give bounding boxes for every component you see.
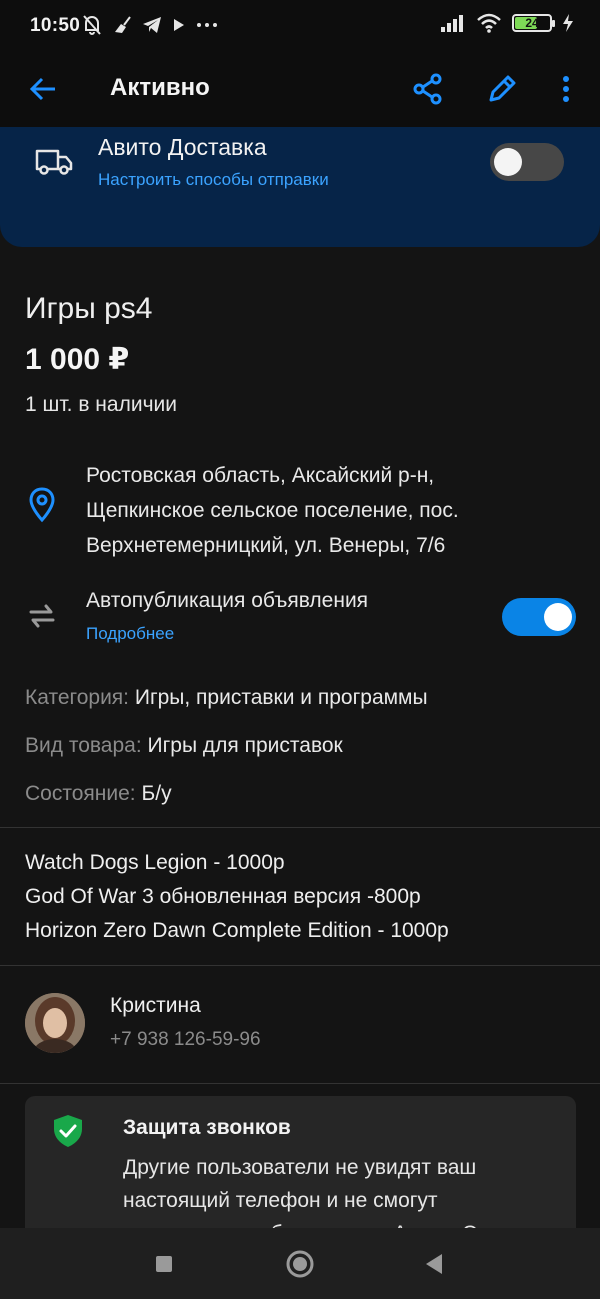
address-line: Ростовская область, Аксайский р-н, xyxy=(86,464,435,487)
wifi-icon xyxy=(477,13,501,33)
shield-check-icon xyxy=(54,1115,82,1147)
back-button[interactable] xyxy=(24,70,62,108)
property-value: Игры для приставок xyxy=(147,734,343,757)
edit-pencil-icon xyxy=(489,75,516,102)
signal-icon xyxy=(441,15,463,32)
seller-name[interactable]: Кристина xyxy=(110,994,201,1018)
home-button[interactable] xyxy=(284,1248,316,1280)
recents-button[interactable] xyxy=(148,1248,180,1280)
property-row: Категория: Игры, приставки и программы xyxy=(25,686,428,710)
property-value: Игры, приставки и программы xyxy=(134,686,428,709)
status-time: 10:50 xyxy=(30,15,81,36)
charging-icon xyxy=(563,14,573,32)
status-system: 24 xyxy=(440,13,574,33)
play-icon xyxy=(174,19,184,31)
edit-button[interactable] xyxy=(481,68,523,110)
listing-stock: 1 шт. в наличии xyxy=(25,393,177,416)
divider xyxy=(0,965,600,966)
back-triangle-icon xyxy=(426,1254,442,1274)
system-nav-bar xyxy=(0,1228,600,1299)
delivery-toggle[interactable] xyxy=(490,143,564,181)
page-title: Активно xyxy=(110,74,210,101)
divider xyxy=(0,827,600,828)
share-icon xyxy=(413,73,442,105)
back-arrow-icon xyxy=(29,77,55,101)
telegram-icon xyxy=(143,17,161,33)
autopublish-icon xyxy=(29,604,55,628)
listing-price: 1 000 ₽ xyxy=(25,343,130,376)
property-key: Вид товара: xyxy=(25,734,142,757)
divider xyxy=(0,1083,600,1084)
delivery-card: Авито Доставка Настроить способы отправк… xyxy=(0,127,600,247)
seller-phone: +7 938 126-59-96 xyxy=(110,1029,261,1050)
more-vertical-icon xyxy=(563,76,569,102)
muted-bell-icon xyxy=(83,15,101,35)
share-button[interactable] xyxy=(407,68,449,110)
delivery-title: Авито Доставка xyxy=(98,134,267,160)
nav-back-button[interactable] xyxy=(418,1248,450,1280)
battery-icon: 24 xyxy=(512,14,555,32)
toggle-knob xyxy=(494,148,522,176)
property-key: Категория: xyxy=(25,686,130,709)
app-bar: Активно xyxy=(0,52,600,127)
status-notifications xyxy=(82,14,218,36)
listing-address[interactable]: Ростовская область, Аксайский р-н, Щепки… xyxy=(86,458,556,563)
call-protection-line: настоящий телефон и не смогут xyxy=(123,1189,438,1212)
property-value: Б/у xyxy=(141,782,172,805)
recents-square-icon xyxy=(156,1256,172,1272)
description-line: Watch Dogs Legion - 1000р xyxy=(25,851,285,874)
address-line: Щепкинское сельское поселение, пос. xyxy=(86,499,459,522)
delivery-settings-link[interactable]: Настроить способы отправки xyxy=(98,170,329,190)
description-line: Horizon Zero Dawn Complete Edition - 100… xyxy=(25,919,449,942)
seller-avatar[interactable] xyxy=(25,993,85,1053)
avatar-photo xyxy=(25,993,85,1053)
property-row: Состояние: Б/у xyxy=(25,782,172,806)
battery-level: 24 xyxy=(525,16,539,30)
toggle-knob xyxy=(544,603,572,631)
autopublish-more-link[interactable]: Подробнее xyxy=(86,624,174,644)
call-protection-line: Другие пользователи не увидят ваш xyxy=(123,1156,477,1179)
listing-title: Игры ps4 xyxy=(25,292,153,325)
property-key: Состояние: xyxy=(25,782,136,805)
autopublish-toggle[interactable] xyxy=(502,598,576,636)
address-line: Верхнетемерницкий, ул. Венеры, 7/6 xyxy=(86,534,446,557)
call-protection-title: Защита звонков xyxy=(123,1116,291,1139)
property-row: Вид товара: Игры для приставок xyxy=(25,734,343,758)
status-bar: 10:50 24 xyxy=(0,0,600,52)
autopublish-label: Автопубликация объявления xyxy=(86,589,369,612)
listing-description: Watch Dogs Legion - 1000р God Of War 3 о… xyxy=(25,846,449,948)
broom-icon xyxy=(115,16,131,33)
call-protection-card: Защита звонков Другие пользователи не ув… xyxy=(25,1096,576,1246)
home-circle-icon xyxy=(286,1250,314,1278)
location-pin-icon xyxy=(29,487,55,523)
description-line: God Of War 3 обновленная версия -800р xyxy=(25,885,421,908)
more-menu-button[interactable] xyxy=(545,68,587,110)
truck-icon xyxy=(35,149,73,175)
more-dots-icon xyxy=(197,23,217,27)
